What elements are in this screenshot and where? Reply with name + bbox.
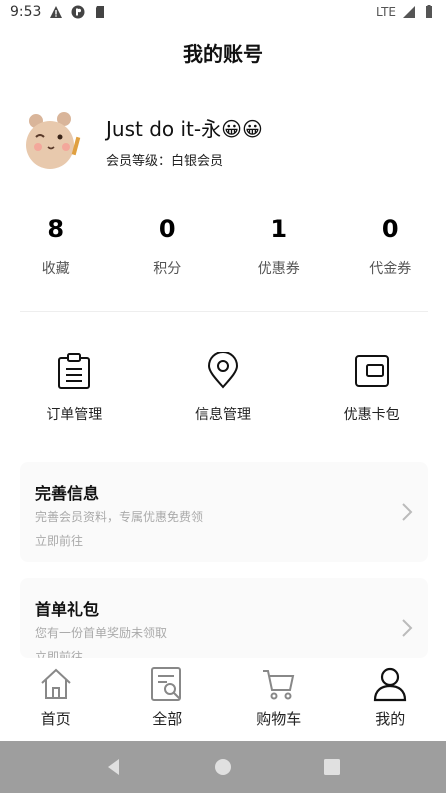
stat-value: 8: [47, 215, 65, 243]
quick-label: 订单管理: [46, 407, 103, 423]
stats-row: 8 收藏 0 积分 1 优惠券 0 代金券: [0, 210, 446, 290]
info-management-button[interactable]: 信息管理: [149, 352, 298, 432]
status-bar: 9:53 LTE: [0, 0, 446, 24]
stat-value: 0: [381, 215, 399, 243]
stat-favorites[interactable]: 8 收藏: [0, 210, 112, 290]
divider: [20, 311, 428, 312]
app-notification-icon: [71, 5, 85, 19]
battery-icon: [426, 5, 432, 18]
first-order-gift-card[interactable]: 首单礼包 您有一份首单奖励未领取 立即前往: [20, 578, 428, 658]
tab-label: 我的: [375, 710, 406, 728]
card-description: 完善会员资料，专属优惠免费领: [35, 510, 204, 524]
profile-header[interactable]: Just do it-永😀😀 会员等级：白银会员: [20, 103, 430, 179]
signal-icon: [403, 6, 415, 18]
bear-avatar-icon: [20, 107, 88, 175]
member-level: 会员等级：白银会员: [106, 154, 224, 169]
page-title: 我的账号: [183, 41, 263, 66]
tab-label: 全部: [152, 710, 183, 728]
home-circle-icon[interactable]: [211, 755, 235, 779]
tab-home[interactable]: 首页: [0, 658, 112, 741]
tab-label: 购物车: [256, 710, 302, 728]
card-description: 您有一份首单奖励未领取: [35, 626, 168, 640]
card-title: 首单礼包: [35, 600, 100, 619]
stat-value: 0: [158, 215, 176, 243]
wallet-icon: [354, 355, 389, 387]
tab-mine[interactable]: 我的: [335, 658, 446, 741]
chevron-right-icon: [402, 503, 413, 521]
quick-label: 信息管理: [194, 407, 251, 423]
quick-actions: 订单管理 信息管理 优惠卡包: [0, 352, 446, 432]
username: Just do it-永😀😀: [106, 117, 263, 141]
warning-icon: [50, 6, 63, 18]
status-time: 9:53: [10, 4, 42, 20]
stat-label: 积分: [153, 261, 182, 277]
bottom-tab-bar: 首页 全部 购物车 我的: [0, 658, 446, 741]
coupon-wallet-button[interactable]: 优惠卡包: [297, 352, 446, 432]
avatar[interactable]: [20, 107, 88, 175]
stat-label: 优惠券: [257, 261, 300, 277]
stat-label: 收藏: [41, 261, 70, 277]
stat-label: 代金券: [369, 261, 412, 277]
quick-label: 优惠卡包: [343, 407, 400, 423]
stat-points[interactable]: 0 积分: [112, 210, 224, 290]
stat-value: 1: [270, 215, 288, 243]
recents-icon[interactable]: [320, 755, 344, 779]
card-link[interactable]: 立即前往: [35, 648, 83, 658]
back-icon[interactable]: [102, 755, 126, 779]
card-title: 完善信息: [35, 484, 100, 503]
stat-coupons[interactable]: 1 优惠券: [223, 210, 335, 290]
tab-cart[interactable]: 购物车: [223, 658, 335, 741]
order-management-button[interactable]: 订单管理: [0, 352, 149, 432]
stat-vouchers[interactable]: 0 代金券: [335, 210, 446, 290]
catalog-search-icon: [151, 667, 182, 701]
tab-label: 首页: [40, 710, 71, 728]
cart-icon: [262, 670, 294, 700]
clipboard-icon: [58, 353, 91, 389]
user-icon: [374, 667, 407, 702]
system-navigation-bar: [0, 741, 446, 793]
complete-info-card[interactable]: 完善信息 完善会员资料，专属优惠免费领 立即前往: [20, 462, 428, 562]
tab-all[interactable]: 全部: [112, 658, 224, 741]
home-icon: [41, 668, 71, 699]
network-type: LTE: [376, 5, 396, 19]
sd-card-icon: [96, 6, 105, 18]
chevron-right-icon: [402, 619, 413, 637]
location-pin-icon: [207, 352, 238, 389]
card-link[interactable]: 立即前往: [35, 532, 83, 549]
